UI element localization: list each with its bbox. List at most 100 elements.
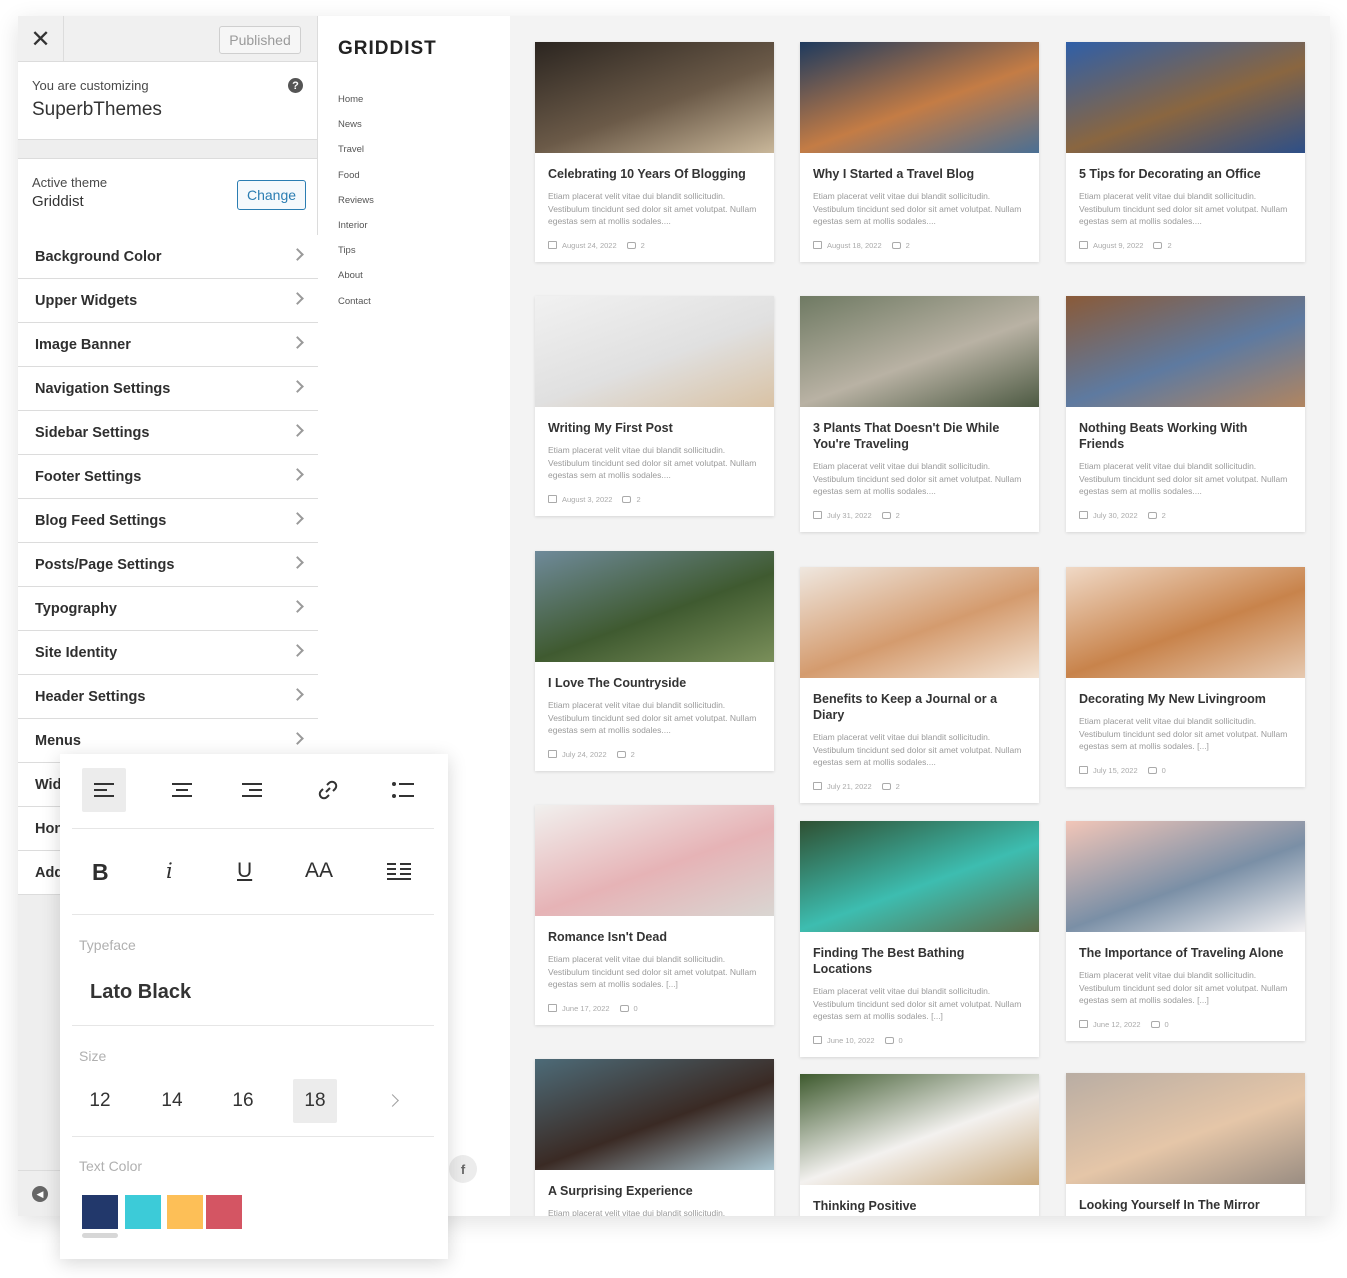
post-thumbnail[interactable] — [1066, 821, 1305, 932]
published-button[interactable]: Published — [219, 26, 301, 54]
post-title[interactable]: Writing My First Post — [535, 407, 774, 436]
post-title[interactable]: Romance Isn't Dead — [535, 916, 774, 945]
size-option-12[interactable]: 12 — [78, 1079, 122, 1123]
post-thumbnail[interactable] — [800, 821, 1039, 932]
customizer-menu-item[interactable]: Blog Feed Settings — [18, 499, 318, 543]
align-center-icon[interactable] — [160, 768, 204, 812]
italic-button[interactable]: i — [166, 859, 173, 883]
typeface-value[interactable]: Lato Black — [90, 981, 191, 1004]
comment-count[interactable]: 0 — [899, 1036, 903, 1045]
post-thumbnail[interactable] — [800, 567, 1039, 678]
link-icon[interactable] — [306, 768, 350, 812]
nav-link[interactable]: Food — [338, 170, 374, 195]
bold-button[interactable]: B — [92, 859, 109, 886]
post-card[interactable]: 3 Plants That Doesn't Die While You're T… — [800, 296, 1039, 532]
color-swatch[interactable] — [167, 1195, 203, 1229]
post-thumbnail[interactable] — [1066, 296, 1305, 407]
post-title[interactable]: A Surprising Experience — [535, 1170, 774, 1199]
comment-count[interactable]: 0 — [1162, 766, 1166, 775]
post-title[interactable]: Celebrating 10 Years Of Blogging — [535, 153, 774, 182]
chevron-right-icon[interactable] — [386, 1094, 399, 1107]
comment-count[interactable]: 0 — [634, 1004, 638, 1013]
post-card[interactable]: The Importance of Traveling Alone Etiam p… — [1066, 821, 1305, 1041]
site-logo[interactable]: GRIDDIST — [338, 38, 437, 60]
nav-link[interactable]: Tips — [338, 245, 374, 270]
post-title[interactable]: Finding The Best Bathing Locations — [800, 932, 1039, 977]
nav-link[interactable]: Contact — [338, 296, 374, 321]
color-swatch[interactable] — [82, 1195, 118, 1229]
post-title[interactable]: The Importance of Traveling Alone — [1066, 932, 1305, 961]
post-title[interactable]: Decorating My New Livingroom — [1066, 678, 1305, 707]
nav-link[interactable]: News — [338, 119, 374, 144]
post-thumbnail[interactable] — [535, 551, 774, 662]
comment-count[interactable]: 2 — [896, 511, 900, 520]
comment-count[interactable]: 2 — [896, 782, 900, 791]
post-title[interactable]: 3 Plants That Doesn't Die While You're T… — [800, 407, 1039, 452]
post-thumbnail[interactable] — [535, 805, 774, 916]
post-thumbnail[interactable] — [800, 296, 1039, 407]
color-swatch[interactable] — [206, 1195, 242, 1229]
close-icon[interactable]: ✕ — [18, 16, 64, 62]
post-title[interactable]: 5 Tips for Decorating an Office — [1066, 153, 1305, 182]
post-card[interactable]: Romance Isn't Dead Etiam placerat velit v… — [535, 805, 774, 1025]
post-card[interactable]: Why I Started a Travel Blog Etiam placera… — [800, 42, 1039, 262]
post-card[interactable]: Decorating My New Livingroom Etiam placer… — [1066, 567, 1305, 787]
post-thumbnail[interactable] — [1066, 567, 1305, 678]
comment-count[interactable]: 2 — [631, 750, 635, 759]
post-title[interactable]: Thinking Positive — [800, 1185, 1039, 1214]
customizer-menu-item[interactable]: Background Color — [18, 235, 318, 279]
post-card[interactable]: Nothing Beats Working With Friends Etiam … — [1066, 296, 1305, 532]
comment-count[interactable]: 2 — [906, 241, 910, 250]
post-thumbnail[interactable] — [1066, 1073, 1305, 1184]
customizer-menu-item[interactable]: Navigation Settings — [18, 367, 318, 411]
post-thumbnail[interactable] — [1066, 42, 1305, 153]
color-swatch[interactable] — [125, 1195, 161, 1229]
justify-icon[interactable] — [377, 849, 421, 893]
comment-count[interactable]: 2 — [636, 495, 640, 504]
size-option-14[interactable]: 14 — [150, 1079, 194, 1123]
post-title[interactable]: I Love The Countryside — [535, 662, 774, 691]
post-title[interactable]: Looking Yourself In The Mirror — [1066, 1184, 1305, 1213]
customizer-menu-item[interactable]: Header Settings — [18, 675, 318, 719]
post-title[interactable]: Why I Started a Travel Blog — [800, 153, 1039, 182]
post-card[interactable]: Celebrating 10 Years Of Blogging Etiam pl… — [535, 42, 774, 262]
post-thumbnail[interactable] — [800, 1074, 1039, 1185]
customizer-menu-item[interactable]: Posts/Page Settings — [18, 543, 318, 587]
customizer-menu-item[interactable]: Typography — [18, 587, 318, 631]
facebook-icon[interactable]: f — [449, 1155, 477, 1183]
customizer-menu-item[interactable]: Footer Settings — [18, 455, 318, 499]
nav-link[interactable]: Reviews — [338, 195, 374, 220]
nav-link[interactable]: About — [338, 270, 374, 295]
nav-link[interactable]: Home — [338, 94, 374, 119]
post-thumbnail[interactable] — [800, 42, 1039, 153]
post-title[interactable]: Benefits to Keep a Journal or a Diary — [800, 678, 1039, 723]
post-card[interactable]: Writing My First Post Etiam placerat veli… — [535, 296, 774, 516]
customizer-menu-item[interactable]: Sidebar Settings — [18, 411, 318, 455]
nav-link[interactable]: Interior — [338, 220, 374, 245]
post-thumbnail[interactable] — [535, 42, 774, 153]
comment-count[interactable]: 2 — [1162, 511, 1166, 520]
post-card[interactable]: I Love The Countryside Etiam placerat vel… — [535, 551, 774, 771]
size-option-16[interactable]: 16 — [221, 1079, 265, 1123]
change-theme-button[interactable]: Change — [237, 180, 306, 210]
help-icon[interactable]: ? — [288, 78, 303, 93]
customizer-menu-item[interactable]: Image Banner — [18, 323, 318, 367]
customizer-menu-item[interactable]: Site Identity — [18, 631, 318, 675]
post-card[interactable]: Finding The Best Bathing Locations Etiam … — [800, 821, 1039, 1057]
comment-count[interactable]: 2 — [641, 241, 645, 250]
nav-link[interactable]: Travel — [338, 144, 374, 169]
post-card[interactable]: 5 Tips for Decorating an Office Etiam pla… — [1066, 42, 1305, 262]
size-option-18[interactable]: 18 — [293, 1079, 337, 1123]
post-thumbnail[interactable] — [535, 296, 774, 407]
post-card[interactable]: Thinking Positive — [800, 1074, 1039, 1216]
post-title[interactable]: Nothing Beats Working With Friends — [1066, 407, 1305, 452]
underline-button[interactable]: U — [237, 859, 252, 883]
list-icon[interactable] — [381, 768, 425, 812]
comment-count[interactable]: 0 — [1165, 1020, 1169, 1029]
align-right-icon[interactable] — [230, 768, 274, 812]
post-card[interactable]: Benefits to Keep a Journal or a Diary Eti… — [800, 567, 1039, 803]
post-card[interactable]: A Surprising Experience Etiam placerat ve… — [535, 1059, 774, 1216]
post-thumbnail[interactable] — [535, 1059, 774, 1170]
post-card[interactable]: Looking Yourself In The Mirror — [1066, 1073, 1305, 1216]
customizer-menu-item[interactable]: Upper Widgets — [18, 279, 318, 323]
